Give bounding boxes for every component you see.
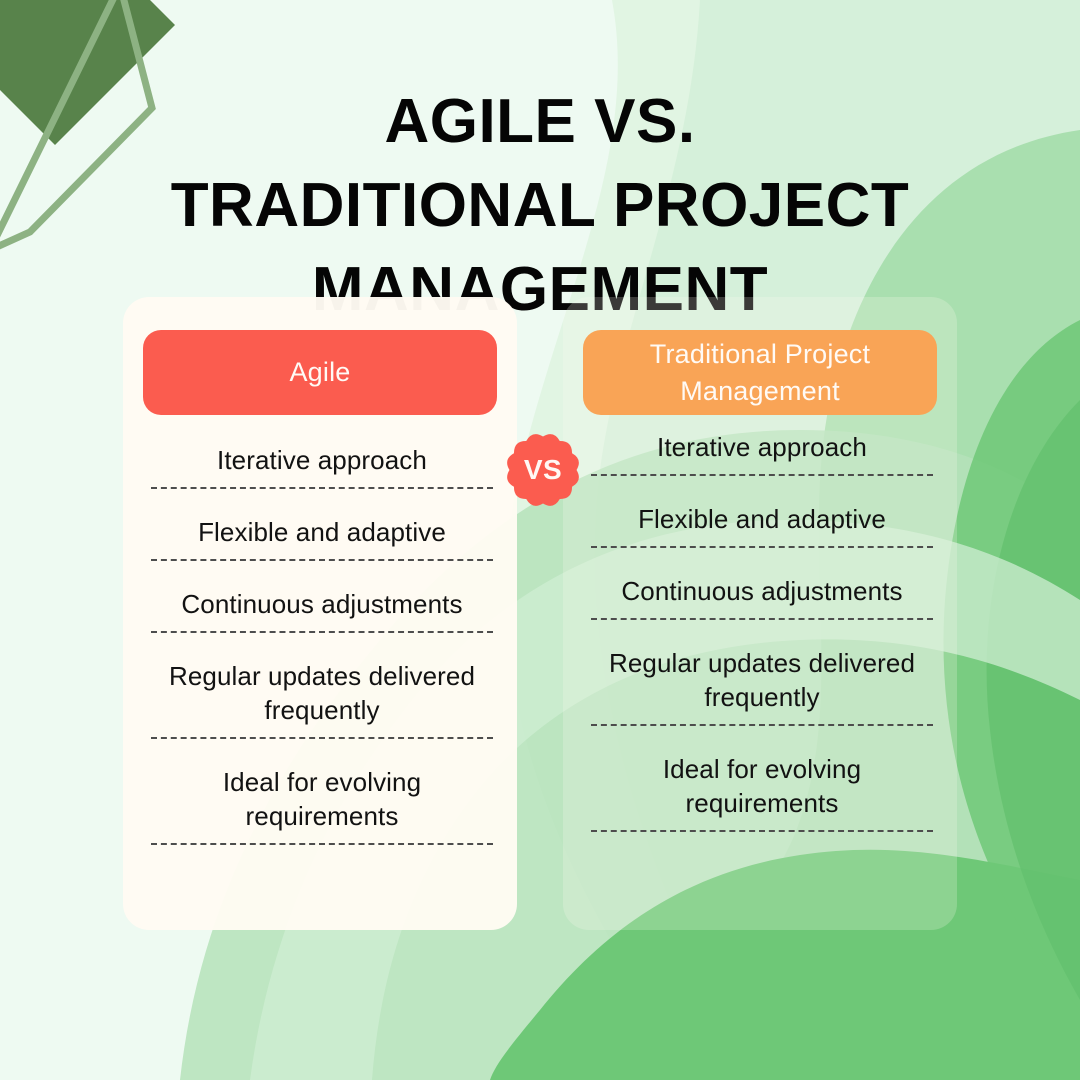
list-item-text: Ideal for evolving requirements [222,767,422,831]
list-item: Flexible and adaptive [591,502,933,548]
list-item: Ideal for evolving requirements [151,765,493,845]
list-item-text: Iterative approach [217,445,427,475]
agile-header-pill[interactable]: Agile [143,330,497,415]
list-item: Iterative approach [151,443,493,489]
traditional-item-list: Iterative approach Flexible and adaptive… [591,430,933,858]
item-divider [591,724,933,726]
list-item-text: Flexible and adaptive [638,504,886,534]
agile-item-list: Iterative approach Flexible and adaptive… [151,443,493,871]
list-item-text: Continuous adjustments [181,589,463,619]
vs-badge: VS [500,427,586,513]
list-item-text: Flexible and adaptive [198,517,446,547]
list-item-text: Iterative approach [657,432,867,462]
list-item-text: Regular updates delivered frequently [168,661,476,725]
list-item-text: Continuous adjustments [621,576,903,606]
item-divider [151,487,493,489]
item-divider [151,631,493,633]
item-divider [151,559,493,561]
traditional-header-label: Traditional Project Management [649,338,871,406]
item-divider [151,737,493,739]
item-divider [591,474,933,476]
list-item: Continuous adjustments [591,574,933,620]
list-item: Regular updates delivered frequently [151,659,493,739]
list-item: Ideal for evolving requirements [591,752,933,832]
vs-badge-label: VS [523,453,563,485]
comparison-columns: Agile Iterative approach Flexible and ad… [0,0,1080,1080]
list-item: Iterative approach [591,430,933,476]
infographic-canvas: AGILE VS. TRADITIONAL PROJECT MANAGEMENT… [0,0,1080,1080]
item-divider [591,546,933,548]
list-item: Flexible and adaptive [151,515,493,561]
list-item-text: Regular updates delivered frequently [608,648,916,712]
item-divider [591,618,933,620]
traditional-header-pill[interactable]: Traditional Project Management [583,330,937,415]
list-item-text: Ideal for evolving requirements [662,754,862,818]
agile-header-label: Agile [289,357,351,387]
item-divider [151,843,493,845]
list-item: Regular updates delivered frequently [591,646,933,726]
item-divider [591,830,933,832]
agile-card: Agile Iterative approach Flexible and ad… [123,297,517,930]
list-item: Continuous adjustments [151,587,493,633]
traditional-card: Traditional Project Management Iterative… [563,297,957,930]
